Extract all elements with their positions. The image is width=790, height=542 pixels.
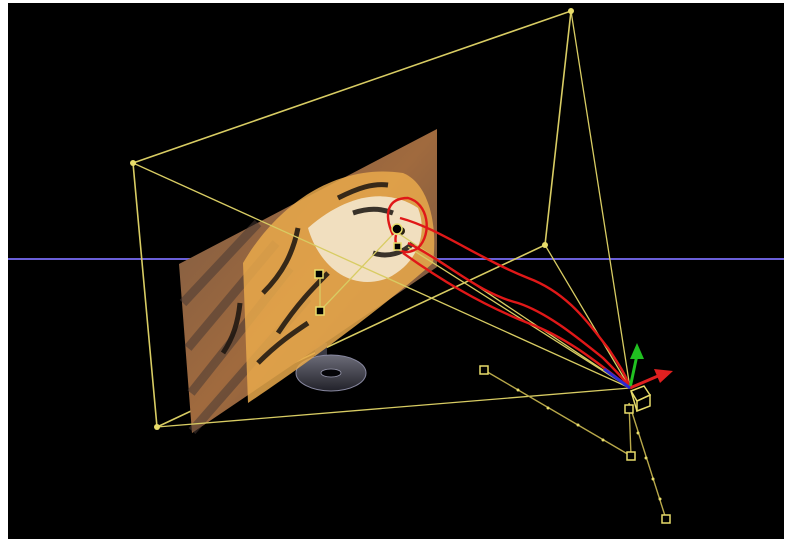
scene-canvas[interactable] bbox=[8, 3, 784, 539]
y-axis-arrow-icon[interactable] bbox=[630, 343, 644, 359]
transform-gizmo[interactable] bbox=[603, 343, 673, 413]
camera-icon[interactable] bbox=[629, 385, 652, 413]
3d-viewport[interactable] bbox=[8, 3, 784, 539]
motion-curves bbox=[386, 196, 632, 389]
tiger-image-plane bbox=[179, 129, 437, 434]
